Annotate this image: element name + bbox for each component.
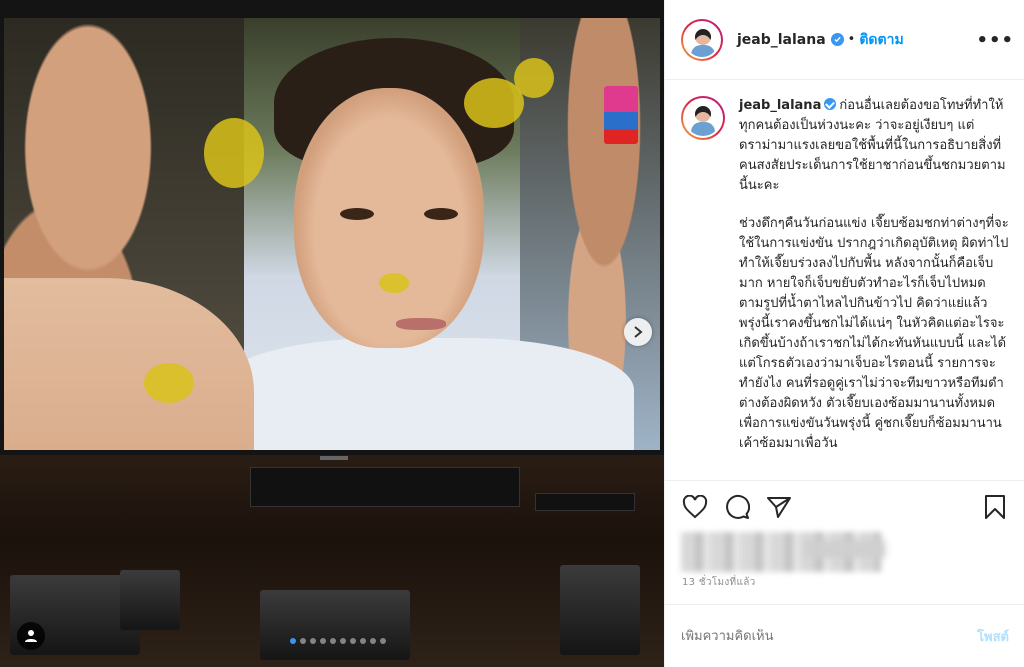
post-photo[interactable] <box>0 0 664 667</box>
mouth <box>396 318 446 330</box>
petal <box>514 58 554 98</box>
amplifier <box>120 570 180 630</box>
post-header: jeab_lalana • ติดตาม ••• <box>665 0 1024 80</box>
heart-icon[interactable] <box>681 493 709 521</box>
username-link[interactable]: jeab_lalana <box>737 32 826 48</box>
carousel-dot <box>300 638 306 644</box>
next-arrow-icon[interactable] <box>624 318 652 346</box>
separator: • <box>847 32 856 47</box>
carousel-dot <box>310 638 316 644</box>
post-timestamp: 13 ชั่วโมงที่แล้ว <box>682 577 756 588</box>
carousel-dot <box>290 638 296 644</box>
carousel-dot <box>340 638 346 644</box>
petal <box>204 118 264 188</box>
carousel-dot <box>350 638 356 644</box>
caption-username[interactable]: jeab_lalana <box>739 98 821 113</box>
carousel-dot <box>330 638 336 644</box>
avatar[interactable] <box>681 96 725 140</box>
petal <box>144 363 194 403</box>
share-icon[interactable] <box>765 493 793 521</box>
petal <box>379 273 409 293</box>
face <box>294 88 484 348</box>
tv-brand-logo <box>320 456 348 460</box>
tv-cabinet <box>0 455 664 667</box>
tv-screen <box>4 18 660 450</box>
comments-area[interactable]: jeab_lalana ก่อนอื่นเลยต้องขอโทษที่ทำให้ท… <box>665 80 1024 480</box>
eye-right <box>424 208 458 220</box>
bookmark-icon[interactable] <box>981 493 1009 521</box>
caption-paragraph: ช่วงดึกๆคืนวันก่อนแข่ง เจี๊ยบซ้อมชกท่าต่… <box>739 216 1013 451</box>
live-badge <box>604 86 638 144</box>
carousel-dot <box>360 638 366 644</box>
verified-icon <box>824 98 837 110</box>
eye-left <box>340 208 374 220</box>
user-tag-icon[interactable] <box>17 622 45 650</box>
caption-text: jeab_lalana ก่อนอื่นเลยต้องขอโทษที่ทำให้ท… <box>739 96 1009 196</box>
shirt <box>214 338 634 450</box>
follow-button[interactable]: ติดตาม <box>859 29 903 51</box>
caption: jeab_lalana ก่อนอื่นเลยต้องขอโทษที่ทำให้ท… <box>681 96 1009 196</box>
likes-count-blurred <box>805 540 885 558</box>
amplifier <box>260 590 410 660</box>
carousel-dot <box>320 638 326 644</box>
action-bar <box>665 480 1024 532</box>
shelf-box <box>535 493 635 511</box>
carousel-dots <box>290 638 386 644</box>
more-icon[interactable]: ••• <box>976 30 1014 51</box>
post-sidebar: jeab_lalana • ติดตาม ••• jeab_lalana ก่อน… <box>664 0 1024 667</box>
carousel-dot <box>370 638 376 644</box>
avatar[interactable] <box>681 18 723 61</box>
comment-input[interactable] <box>681 628 978 644</box>
verified-icon <box>830 33 844 46</box>
post-button[interactable]: โพสต์ <box>977 626 1009 647</box>
amplifier <box>560 565 640 655</box>
shelf-box <box>250 467 520 507</box>
tv-frame <box>0 0 664 455</box>
add-comment-bar: โพสต์ <box>665 604 1024 667</box>
carousel-dot <box>380 638 386 644</box>
comment-icon[interactable] <box>723 493 751 521</box>
